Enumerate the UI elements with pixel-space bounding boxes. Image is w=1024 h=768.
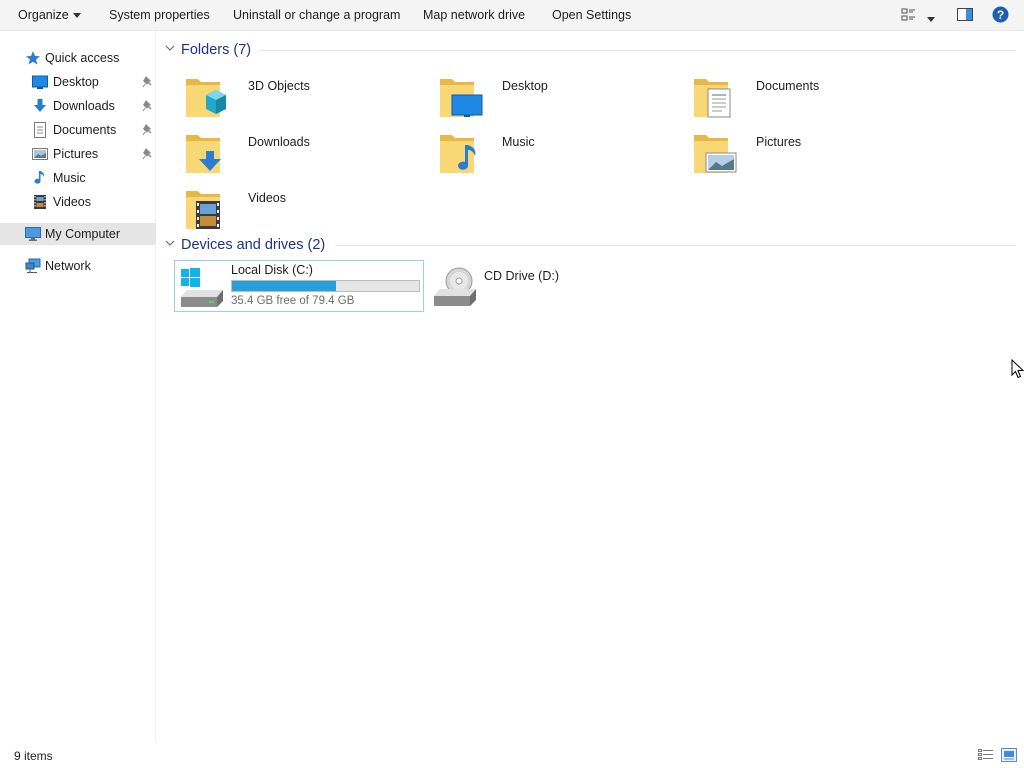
- pin-icon: [142, 74, 154, 88]
- sidebar-item-my-computer[interactable]: My Computer: [0, 223, 156, 245]
- folder-label: 3D Objects: [248, 79, 310, 93]
- organize-label: Organize: [18, 8, 69, 22]
- chevron-down-icon: [165, 232, 175, 246]
- 3d-objects-folder-icon: [184, 73, 232, 121]
- folder-documents[interactable]: Documents: [682, 69, 932, 121]
- drive-usage-fill: [232, 281, 336, 291]
- status-bar: 9 items: [0, 741, 1024, 768]
- sidebar-item-desktop[interactable]: Desktop: [0, 71, 156, 93]
- sidebar-item-label: Quick access: [45, 51, 120, 65]
- music-folder-icon: [438, 129, 486, 177]
- map-network-drive-button[interactable]: Map network drive: [423, 0, 525, 30]
- picture-icon: [32, 146, 48, 162]
- folder-label: Desktop: [502, 79, 548, 93]
- svg-text:?: ?: [997, 8, 1004, 22]
- folder-label: Videos: [248, 191, 286, 205]
- download-arrow-icon: [32, 98, 48, 114]
- sidebar-item-label: Music: [53, 171, 86, 185]
- folder-label: Documents: [756, 79, 820, 93]
- help-icon[interactable]: ?: [992, 6, 1009, 26]
- folder-videos[interactable]: Videos: [174, 181, 424, 233]
- network-icon: [25, 258, 41, 274]
- folder-label: Music: [502, 135, 535, 149]
- folder-desktop[interactable]: Desktop: [428, 69, 678, 121]
- sidebar-item-label: Desktop: [53, 75, 99, 89]
- open-settings-button[interactable]: Open Settings: [552, 0, 631, 30]
- file-list-pane: Folders (7) 3D Objects Desktop Documents…: [157, 31, 1024, 741]
- pin-icon: [142, 122, 154, 136]
- folder-downloads[interactable]: Downloads: [174, 125, 424, 177]
- documents-folder-icon: [692, 73, 740, 121]
- sidebar-item-label: Downloads: [53, 99, 115, 113]
- view-dropdown-chevron-icon[interactable]: [927, 12, 935, 26]
- uninstall-program-button[interactable]: Uninstall or change a program: [233, 0, 400, 30]
- star-icon: [25, 50, 41, 66]
- sidebar-item-music[interactable]: Music: [0, 167, 156, 189]
- folders-group-header[interactable]: Folders (7): [165, 38, 251, 62]
- navigation-pane: Quick access Desktop Downloads Documents: [0, 31, 156, 741]
- group-divider: [259, 50, 1016, 51]
- sidebar-item-label: Network: [45, 259, 91, 273]
- drive-free-space: 35.4 GB free of 79.4 GB: [231, 295, 355, 307]
- sidebar-item-label: My Computer: [45, 227, 121, 241]
- music-note-icon: [32, 170, 48, 186]
- folder-music[interactable]: Music: [428, 125, 678, 177]
- details-view-icon[interactable]: [978, 749, 994, 764]
- folder-pictures[interactable]: Pictures: [682, 125, 932, 177]
- windows-drive-icon: [179, 267, 225, 312]
- devices-group-title: Devices and drives (2): [181, 237, 326, 253]
- pin-icon: [142, 98, 154, 112]
- sidebar-item-quick-access[interactable]: Quick access: [0, 47, 156, 69]
- preview-pane-icon[interactable]: [957, 7, 973, 26]
- drive-cd-d[interactable]: CD Drive (D:): [428, 260, 678, 312]
- folders-group-title: Folders (7): [181, 42, 252, 58]
- chevron-down-icon: [165, 37, 175, 51]
- sidebar-item-label: Documents: [53, 123, 117, 137]
- sidebar-item-pictures[interactable]: Pictures: [0, 143, 156, 165]
- pin-icon: [142, 146, 154, 160]
- folder-3d-objects[interactable]: 3D Objects: [174, 69, 424, 121]
- large-icons-view-icon[interactable]: [1001, 748, 1017, 765]
- videos-folder-icon: [184, 185, 232, 233]
- document-icon: [32, 122, 48, 138]
- view-options-icon[interactable]: [901, 7, 917, 26]
- devices-group-header[interactable]: Devices and drives (2): [165, 233, 325, 257]
- folder-label: Downloads: [248, 135, 310, 149]
- sidebar-item-label: Pictures: [53, 147, 99, 161]
- desktop-icon: [32, 74, 48, 90]
- pictures-folder-icon: [692, 129, 740, 177]
- downloads-folder-icon: [184, 129, 232, 177]
- folder-label: Pictures: [756, 135, 802, 149]
- sidebar-item-network[interactable]: Network: [0, 255, 156, 277]
- drive-usage-bar: [231, 280, 420, 292]
- drive-label: Local Disk (C:): [231, 263, 313, 277]
- mouse-cursor-icon: [1011, 358, 1024, 382]
- sidebar-item-documents[interactable]: Documents: [0, 119, 156, 141]
- organize-button[interactable]: Organize: [18, 0, 81, 30]
- sidebar-item-videos[interactable]: Videos: [0, 191, 156, 213]
- group-divider: [335, 245, 1016, 246]
- sidebar-item-downloads[interactable]: Downloads: [0, 95, 156, 117]
- drive-label: CD Drive (D:): [484, 269, 559, 283]
- command-bar: Organize System properties Uninstall or …: [0, 0, 1024, 31]
- item-count: 9 items: [14, 749, 53, 763]
- desktop-folder-icon: [438, 73, 486, 121]
- system-properties-button[interactable]: System properties: [109, 0, 210, 30]
- computer-icon: [25, 226, 41, 242]
- cd-drive-icon: [432, 266, 478, 311]
- sidebar-item-label: Videos: [53, 195, 91, 209]
- film-icon: [32, 194, 48, 210]
- drive-local-disk-c[interactable]: Local Disk (C:) 35.4 GB free of 79.4 GB: [174, 260, 424, 312]
- chevron-down-icon: [72, 13, 81, 19]
